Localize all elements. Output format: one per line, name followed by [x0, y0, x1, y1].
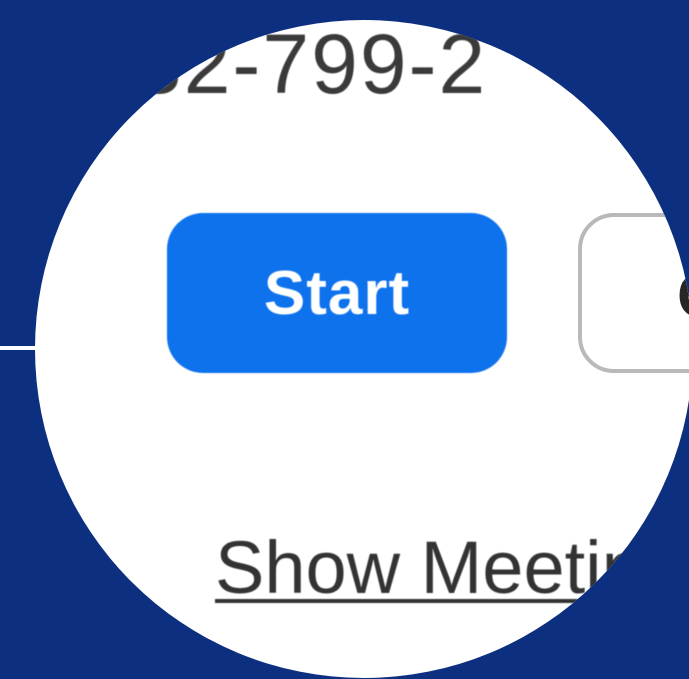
start-button[interactable]: Start — [167, 213, 507, 373]
secondary-button-label: C — [677, 261, 689, 332]
magnifier-lens: 32-799-2 Start C Show Meetin — [35, 20, 689, 678]
secondary-button[interactable]: C — [578, 213, 689, 373]
show-meeting-link[interactable]: Show Meetin — [215, 525, 643, 610]
meeting-id-text: 32-799-2 — [135, 20, 488, 111]
